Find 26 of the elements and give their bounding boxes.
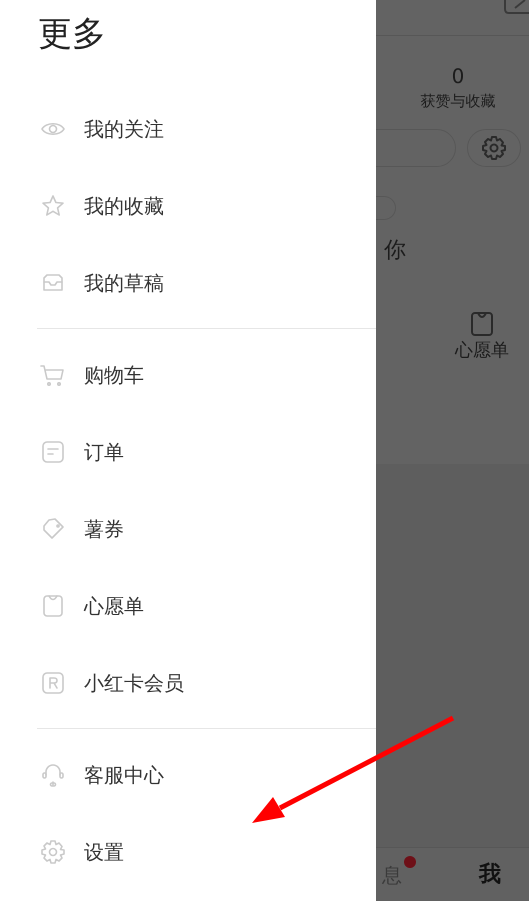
menu-item[interactable]: 我的草稿: [0, 244, 376, 321]
menu-item[interactable]: 薯券: [0, 490, 376, 567]
settings-button[interactable]: [467, 128, 521, 166]
pill-field[interactable]: [376, 128, 456, 166]
document-icon: [40, 438, 66, 464]
star-icon: [40, 192, 66, 218]
membership-card-icon: [40, 670, 66, 696]
stat-value: 0: [452, 66, 464, 86]
menu-item[interactable]: 购物车: [0, 336, 376, 413]
menu-item[interactable]: 设置: [0, 813, 376, 890]
menu-item[interactable]: 我的收藏: [0, 167, 376, 244]
tag-icon: [40, 516, 66, 542]
menu-item[interactable]: 客服中心: [0, 736, 376, 813]
bag-icon: [40, 592, 66, 618]
menu-item[interactable]: 我的关注: [0, 90, 376, 167]
headset-icon: [40, 762, 66, 788]
edit-icon: [503, 0, 529, 14]
drawer-title: 更多: [38, 14, 106, 54]
settings-icon: [481, 134, 507, 160]
menu-item[interactable]: 小红卡会员: [0, 644, 376, 721]
menu-item[interactable]: 心愿单: [0, 567, 376, 644]
settings-icon: [40, 838, 66, 864]
menu-item[interactable]: 订单: [0, 413, 376, 490]
bio-text: 你: [384, 236, 407, 264]
stat-label: 获赞与收藏: [420, 91, 496, 112]
bag-icon: [469, 310, 495, 336]
